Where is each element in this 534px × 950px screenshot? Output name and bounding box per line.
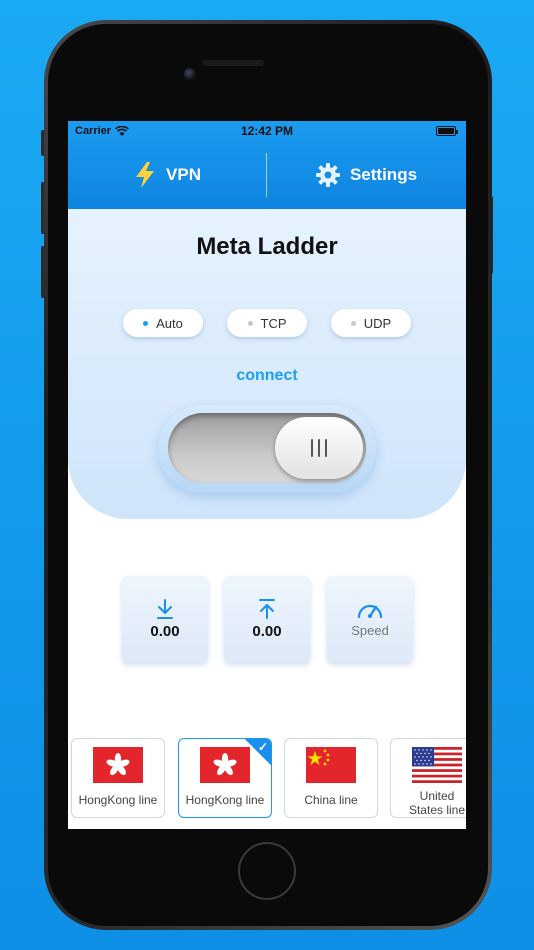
us-flag-graphic (412, 747, 462, 783)
bauhinia-emblem (213, 753, 237, 776)
connect-toggle-knob[interactable] (275, 417, 363, 479)
mode-udp-button[interactable]: UDP (331, 309, 411, 337)
status-time: 12:42 PM (240, 124, 294, 138)
home-button[interactable] (238, 842, 296, 900)
mode-indicator-dot (247, 320, 253, 326)
line-card-china[interactable]: China line (284, 738, 378, 818)
server-line-list: HongKong line HongKong line ✓ China line… (68, 738, 466, 818)
tab-settings-label: Settings (349, 165, 418, 184)
china-flag-icon (306, 747, 356, 783)
status-bar: Carrier 12:42 PM (68, 121, 466, 141)
mode-indicator-dot (350, 320, 356, 326)
selected-badge: ✓ (245, 739, 271, 765)
battery-tip (456, 130, 458, 134)
line-card-united-states[interactable]: United States line (390, 738, 466, 818)
bauhinia-emblem (106, 753, 130, 776)
grip-line (325, 439, 327, 457)
app-header: Carrier 12:42 PM VPN Settings (68, 121, 466, 209)
speed-stat-card: Speed (327, 576, 413, 662)
checkmark-icon: ✓ (257, 740, 268, 754)
traffic-stats: 0.00 0.00 Speed (68, 576, 466, 662)
mode-udp-label: UDP (363, 315, 392, 331)
download-icon (157, 598, 173, 619)
line-label: HongKong line (185, 793, 265, 807)
mode-auto-label: Auto (156, 315, 183, 331)
app-screen: Carrier 12:42 PM VPN Settings Meta Ladde… (68, 121, 466, 829)
gear-icon (315, 163, 340, 187)
united-states-flag-icon (412, 747, 462, 783)
line-label: China line (304, 793, 358, 807)
line-card-hongkong-1[interactable]: HongKong line (71, 738, 165, 818)
tab-vpn-label: VPN (166, 165, 201, 184)
upload-icon (259, 598, 275, 619)
line-label: HongKong line (78, 793, 158, 807)
speedometer-icon (357, 604, 383, 618)
tab-divider (266, 153, 267, 197)
mode-auto-button[interactable]: Auto (123, 309, 203, 337)
china-stars (307, 749, 330, 766)
mode-indicator-dot (143, 320, 149, 326)
upload-value: 0.00 (252, 622, 282, 640)
tab-vpn[interactable]: VPN (68, 151, 267, 199)
earpiece-speaker (202, 60, 264, 66)
download-value: 0.00 (150, 622, 180, 640)
hong-kong-flag-icon (200, 747, 250, 783)
lightning-icon (136, 162, 155, 188)
speed-label: Speed (351, 622, 389, 638)
tab-settings[interactable]: Settings (267, 151, 466, 199)
upload-stat-card: 0.00 (224, 576, 310, 662)
tab-bar: VPN Settings (68, 151, 466, 199)
download-stat-card: 0.00 (122, 576, 208, 662)
protocol-selector: Auto TCP UDP (68, 309, 466, 337)
connect-label: connect (236, 367, 298, 384)
line-label: United States line (408, 789, 466, 817)
line-card-hongkong-2[interactable]: HongKong line ✓ (178, 738, 272, 818)
battery-level (438, 128, 454, 134)
mode-tcp-button[interactable]: TCP (227, 309, 307, 337)
grip-line (318, 439, 320, 457)
battery-icon (436, 126, 458, 136)
page-title: Meta Ladder (196, 233, 338, 260)
mode-tcp-label: TCP (260, 315, 287, 331)
front-camera (184, 68, 196, 80)
hong-kong-flag-icon (93, 747, 143, 783)
grip-line (311, 439, 313, 457)
